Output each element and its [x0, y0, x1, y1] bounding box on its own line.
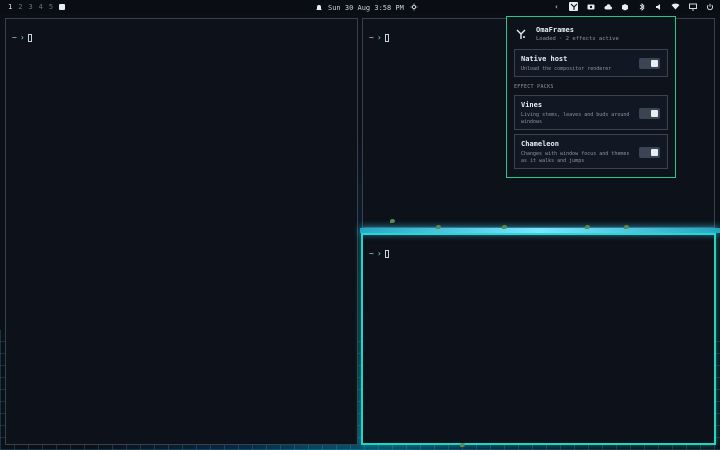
box-icon[interactable] — [620, 2, 629, 11]
panel-header: OmaFrames Loaded · 2 effects active — [514, 23, 668, 45]
camera-icon[interactable] — [586, 2, 595, 11]
chevron-left-icon[interactable]: ‹ — [552, 2, 561, 11]
weather-icon — [410, 3, 418, 13]
prompt-home: ~ — [369, 33, 374, 42]
text-cursor — [27, 33, 32, 42]
prompt-arrow: › — [376, 33, 382, 42]
chameleon-sprite — [390, 219, 395, 223]
vine-leaf — [436, 225, 441, 229]
workspace-2[interactable]: 2 — [18, 3, 22, 11]
vines-toggle[interactable] — [639, 108, 660, 119]
toggle-knob — [651, 110, 658, 117]
toggle-knob — [651, 60, 658, 67]
power-icon[interactable] — [705, 2, 714, 11]
system-tray: ‹ — [552, 2, 714, 11]
cloud-icon[interactable] — [603, 2, 612, 11]
terminal-window-bottom-right[interactable]: ~ › — [361, 233, 716, 445]
omaframes-logo-icon — [514, 27, 528, 41]
omaframes-icon[interactable] — [569, 2, 578, 11]
native-host-desc: Unload the compositor renderer — [521, 66, 612, 72]
workspace-switcher: 1 2 3 4 5 — [0, 3, 66, 11]
notification-icon[interactable] — [316, 4, 322, 13]
workspace-5[interactable]: 5 — [49, 3, 53, 11]
native-host-card[interactable]: Native host Unload the compositor render… — [514, 49, 668, 77]
text-cursor — [384, 33, 389, 42]
vine-leaf — [585, 225, 590, 229]
workspace-4[interactable]: 4 — [39, 3, 43, 11]
datetime-text: Sun 30 Aug 3:58 PM — [328, 4, 404, 12]
panel-title: OmaFrames — [536, 26, 574, 34]
bluetooth-icon[interactable] — [637, 2, 646, 11]
prompt-arrow: › — [19, 33, 25, 42]
vine-leaf — [502, 225, 507, 229]
prompt-home: ~ — [369, 249, 374, 258]
prompt-home: ~ — [12, 33, 17, 42]
terminal-prompt[interactable]: ~ › — [12, 33, 32, 42]
clock[interactable]: Sun 30 Aug 3:58 PM — [316, 3, 418, 13]
vines-desc: Living stems, leaves and buds around win… — [521, 112, 630, 125]
workspace-overview-icon[interactable] — [59, 4, 66, 10]
vine-leaf — [460, 443, 465, 447]
prompt-arrow: › — [376, 249, 382, 258]
vines-card[interactable]: Vines Living stems, leaves and buds arou… — [514, 95, 668, 130]
native-host-toggle[interactable] — [639, 58, 660, 69]
terminal-prompt[interactable]: ~ › — [369, 249, 389, 258]
toggle-knob — [651, 149, 658, 156]
workspace-3[interactable]: 3 — [28, 3, 32, 11]
terminal-window-left[interactable]: ~ › — [5, 18, 358, 445]
vine-leaf — [624, 225, 629, 229]
effect-packs-label: EFFECT PACKS — [514, 84, 554, 90]
panel-status: Loaded · 2 effects active — [536, 36, 619, 42]
vine-stem — [360, 228, 720, 233]
chameleon-toggle[interactable] — [639, 147, 660, 158]
chameleon-card[interactable]: Chameleon Changes with window focus and … — [514, 134, 668, 169]
top-bar: 1 2 3 4 5 Sun 30 Aug 3:58 PM ‹ — [0, 0, 720, 14]
terminal-prompt[interactable]: ~ › — [369, 33, 389, 42]
monitor-icon[interactable] — [688, 2, 697, 11]
chameleon-desc: Changes with window focus and themes as … — [521, 151, 630, 164]
text-cursor — [384, 249, 389, 258]
workspace-1[interactable]: 1 — [8, 3, 12, 11]
wifi-icon[interactable] — [671, 2, 680, 11]
omaframes-panel: OmaFrames Loaded · 2 effects active Nati… — [506, 16, 676, 178]
speaker-icon[interactable] — [654, 2, 663, 11]
